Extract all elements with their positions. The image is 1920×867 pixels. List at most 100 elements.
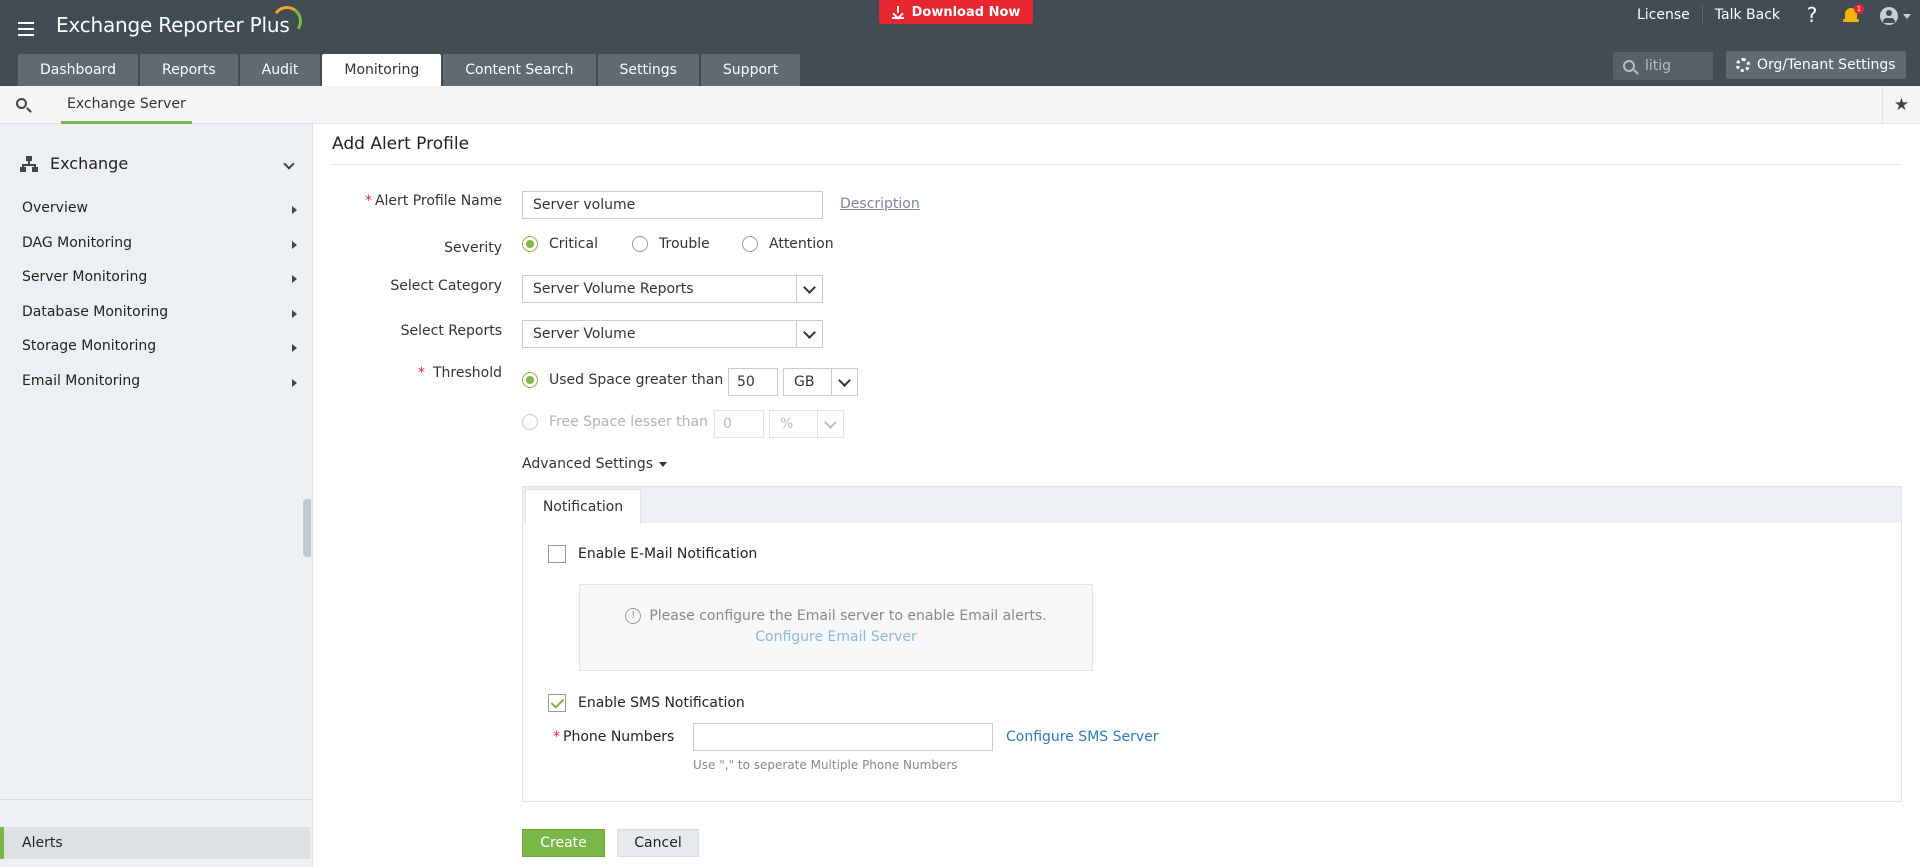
hierarchy-icon <box>20 155 38 172</box>
org-tenant-settings-button[interactable]: Org/Tenant Settings <box>1726 51 1906 79</box>
app-logo[interactable]: Exchange Reporter Plus <box>56 13 290 37</box>
tab-notification[interactable]: Notification <box>525 489 641 524</box>
severity-critical-radio[interactable]: Critical <box>522 236 598 252</box>
enable-sms-notification-checkbox[interactable]: Enable SMS Notification <box>548 694 745 712</box>
sidebar: Exchange Overview DAG Monitoring Server … <box>0 124 313 867</box>
sidebar-list: Overview DAG Monitoring Server Monitorin… <box>0 191 313 398</box>
tab-support[interactable]: Support <box>700 54 801 86</box>
chevron-down-icon <box>796 276 822 302</box>
tab-audit[interactable]: Audit <box>239 54 321 86</box>
enable-sms-notification-label: Enable SMS Notification <box>578 695 745 711</box>
checkbox-checked-icon <box>548 694 566 712</box>
sidebar-section-header[interactable]: Exchange <box>20 154 128 173</box>
search-icon <box>1623 60 1635 72</box>
page-title: Add Alert Profile <box>332 134 470 154</box>
info-icon: ! <box>625 608 642 624</box>
chevron-down-icon <box>796 321 822 347</box>
notification-count-badge: 1 <box>1854 4 1864 14</box>
sub-header: Exchange Server ★ <box>0 86 1920 124</box>
email-config-notice: ! Please configure the Email server to e… <box>579 584 1093 671</box>
tab-content-search[interactable]: Content Search <box>443 54 596 86</box>
sidebar-divider <box>0 799 312 800</box>
sidebar-item-server-monitoring[interactable]: Server Monitoring <box>0 260 313 295</box>
severity-label: Severity <box>444 240 502 256</box>
select-category-label: Select Category <box>390 278 502 294</box>
global-search-input[interactable]: litig <box>1613 52 1713 80</box>
chevron-down-icon <box>817 411 843 437</box>
threshold-label: * Threshold <box>418 365 502 381</box>
notification-panel: Notification Enable E-Mail Notification … <box>522 486 1902 802</box>
severity-trouble-radio[interactable]: Trouble <box>632 236 710 252</box>
phone-numbers-input[interactable] <box>693 723 993 751</box>
alert-profile-name-input[interactable]: Server volume <box>522 191 823 219</box>
sidebar-collapse-handle[interactable] <box>303 499 311 557</box>
create-button[interactable]: Create <box>522 829 605 857</box>
menu-icon[interactable] <box>18 22 34 36</box>
tab-settings[interactable]: Settings <box>597 54 699 86</box>
free-space-value-input[interactable]: 0 <box>714 410 764 438</box>
email-config-message: Please configure the Email server to ena… <box>649 608 1047 624</box>
gear-icon <box>1736 58 1750 72</box>
advanced-settings-label: Advanced Settings <box>522 456 654 472</box>
notification-tabbar: Notification <box>523 487 1901 524</box>
select-reports-value: Server Volume <box>533 326 636 342</box>
tab-exchange-server[interactable]: Exchange Server <box>61 86 192 124</box>
sidebar-item-storage-monitoring[interactable]: Storage Monitoring <box>0 329 313 364</box>
used-space-value-input[interactable]: 50 <box>728 368 778 396</box>
tab-dashboard[interactable]: Dashboard <box>18 54 138 86</box>
search-value: litig <box>1645 58 1672 74</box>
phone-numbers-label: * Phone Numbers <box>553 729 675 745</box>
caret-right-icon <box>292 309 297 318</box>
advanced-settings-toggle[interactable]: Advanced Settings <box>522 456 668 472</box>
download-now-label: Download Now <box>911 4 1021 20</box>
select-reports-label: Select Reports <box>400 323 502 339</box>
sidebar-section-title: Exchange <box>50 154 129 173</box>
phone-numbers-hint: Use "," to seperate Multiple Phone Numbe… <box>693 758 958 772</box>
chevron-down-icon <box>831 369 857 395</box>
top-right-actions: License Talk Back ? 1 <box>1625 0 1920 30</box>
enable-email-notification-checkbox[interactable]: Enable E-Mail Notification <box>548 545 757 563</box>
main-nav-tabs: Dashboard Reports Audit Monitoring Conte… <box>18 54 801 86</box>
sidebar-item-label: Storage Monitoring <box>22 338 157 355</box>
select-category-dropdown[interactable]: Server Volume Reports <box>522 275 823 303</box>
sidebar-item-alerts[interactable]: Alerts <box>0 827 310 859</box>
free-space-radio[interactable]: Free Space lesser than <box>522 414 708 430</box>
sub-search-icon[interactable] <box>14 95 34 115</box>
sidebar-item-overview[interactable]: Overview <box>0 191 313 226</box>
alert-profile-name-label: * Alert Profile Name <box>364 193 502 209</box>
cancel-button[interactable]: Cancel <box>617 829 699 857</box>
description-link[interactable]: Description <box>840 196 920 212</box>
help-icon[interactable]: ? <box>1792 3 1832 27</box>
checkbox-box <box>548 545 566 563</box>
tab-reports[interactable]: Reports <box>139 54 238 86</box>
used-space-unit-dropdown[interactable]: GB <box>783 368 858 396</box>
download-icon <box>891 5 904 19</box>
top-header: Exchange Reporter Plus Download Now Lice… <box>0 0 1920 86</box>
select-category-value: Server Volume Reports <box>533 281 694 297</box>
used-space-unit-value: GB <box>794 374 815 390</box>
select-reports-dropdown[interactable]: Server Volume <box>522 320 823 348</box>
sidebar-item-email-monitoring[interactable]: Email Monitoring <box>0 364 313 399</box>
license-link[interactable]: License <box>1625 6 1703 24</box>
user-avatar-icon[interactable] <box>1872 0 1920 30</box>
enable-email-notification-label: Enable E-Mail Notification <box>578 546 758 562</box>
main-content: Add Alert Profile * Alert Profile Name Se… <box>314 124 1920 867</box>
chevron-down-icon[interactable] <box>283 158 295 170</box>
free-space-unit-dropdown[interactable]: % <box>769 410 844 438</box>
configure-email-server-link[interactable]: Configure Email Server <box>580 629 1092 645</box>
tab-monitoring[interactable]: Monitoring <box>322 54 442 86</box>
sidebar-item-label: Overview <box>22 200 88 217</box>
sidebar-item-label: Server Monitoring <box>22 269 148 286</box>
used-space-radio[interactable]: Used Space greater than <box>522 372 723 388</box>
sidebar-item-dag-monitoring[interactable]: DAG Monitoring <box>0 226 313 261</box>
download-now-button[interactable]: Download Now <box>879 0 1033 24</box>
star-icon[interactable]: ★ <box>1882 86 1920 124</box>
sidebar-item-database-monitoring[interactable]: Database Monitoring <box>0 295 313 330</box>
sidebar-item-label: Email Monitoring <box>22 372 141 389</box>
title-divider <box>332 164 1901 165</box>
caret-down-icon <box>659 461 668 467</box>
configure-sms-server-link[interactable]: Configure SMS Server <box>1006 729 1159 745</box>
talk-back-link[interactable]: Talk Back <box>1703 6 1792 24</box>
notification-bell-icon[interactable]: 1 <box>1832 0 1872 30</box>
severity-attention-radio[interactable]: Attention <box>742 236 834 252</box>
